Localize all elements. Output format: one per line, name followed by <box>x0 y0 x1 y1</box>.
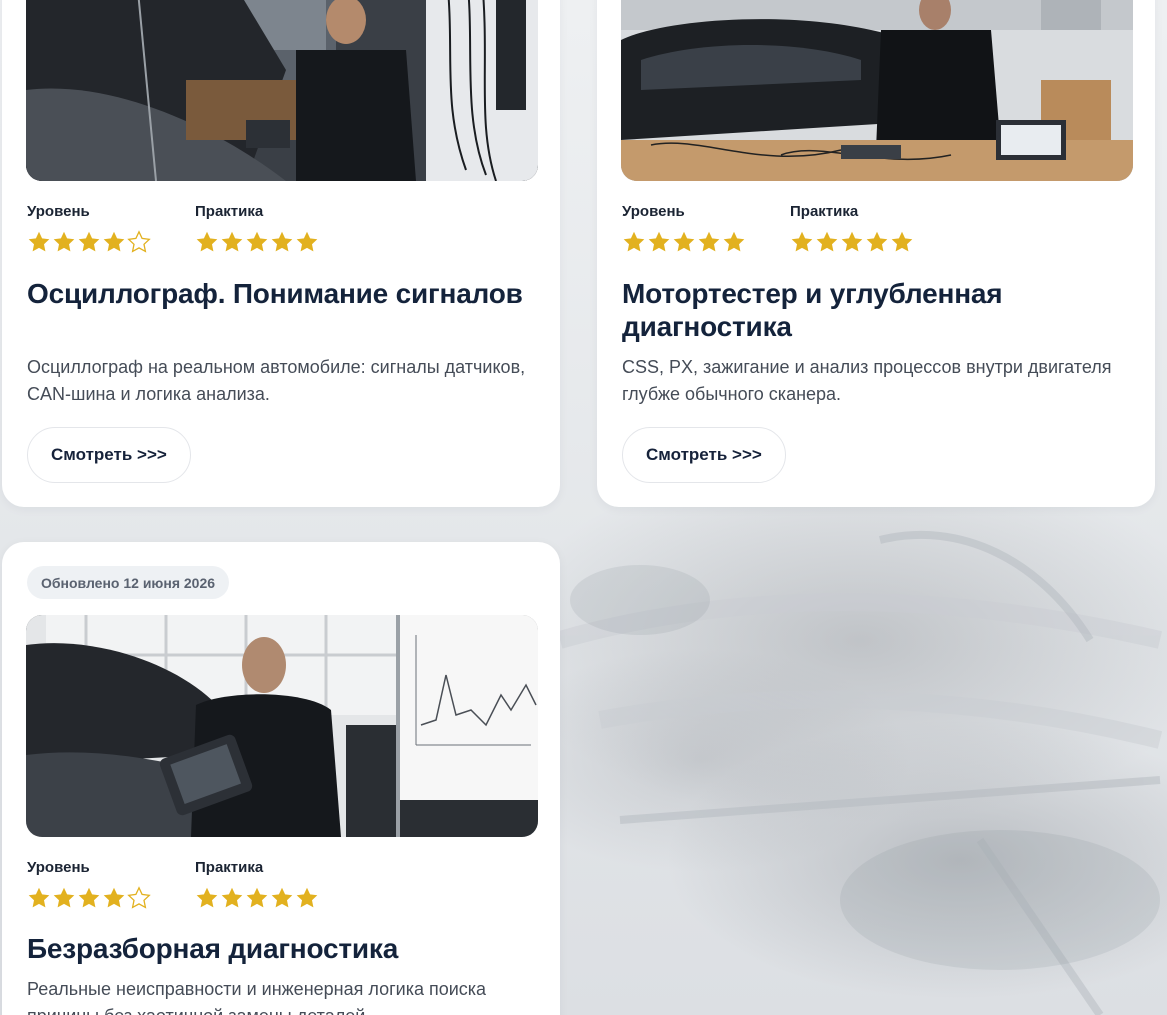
star-filled-icon <box>270 886 294 910</box>
star-filled-icon <box>790 230 814 254</box>
star-filled-icon <box>220 230 244 254</box>
star-filled-icon <box>195 230 219 254</box>
star-filled-icon <box>220 886 244 910</box>
course-card: Уровень Практика Осциллограф. Понимание … <box>2 0 560 507</box>
course-description: Осциллограф на реальном автомобиле: сигн… <box>27 357 526 404</box>
star-filled-icon <box>77 230 101 254</box>
course-title[interactable]: Безразборная диагностика <box>27 932 527 965</box>
course-description: CSS, PX, зажигание и анализ процессов вн… <box>622 357 1112 404</box>
course-title[interactable]: Мотортестер и углубленная диагностика <box>622 277 1122 343</box>
updated-badge: Обновлено 12 июня 2026 <box>27 566 230 599</box>
course-title[interactable]: Осциллограф. Понимание сигналов <box>27 277 527 310</box>
star-filled-icon <box>245 886 269 910</box>
view-course-button[interactable]: Смотреть >>> <box>27 427 191 483</box>
star-filled-icon <box>77 886 101 910</box>
star-filled-icon <box>672 230 696 254</box>
star-filled-icon <box>27 230 51 254</box>
star-filled-icon <box>102 230 126 254</box>
star-filled-icon <box>697 230 721 254</box>
practice-stars <box>195 230 319 254</box>
star-filled-icon <box>52 230 76 254</box>
star-filled-icon <box>52 886 76 910</box>
course-card: Уровень Практика Мотортестер и углубленн… <box>597 0 1155 507</box>
practice-label: Практика <box>790 203 859 220</box>
level-label: Уровень <box>27 203 90 220</box>
star-empty-icon <box>127 886 151 910</box>
star-filled-icon <box>245 230 269 254</box>
level-stars <box>622 230 746 254</box>
practice-stars <box>195 886 319 910</box>
star-filled-icon <box>102 886 126 910</box>
star-filled-icon <box>270 230 294 254</box>
star-filled-icon <box>295 230 319 254</box>
course-photo <box>26 615 538 837</box>
star-filled-icon <box>890 230 914 254</box>
star-filled-icon <box>840 230 864 254</box>
practice-stars <box>790 230 914 254</box>
star-filled-icon <box>27 886 51 910</box>
level-stars <box>27 886 151 910</box>
course-photo <box>26 0 538 181</box>
star-filled-icon <box>195 886 219 910</box>
practice-label: Практика <box>195 203 264 220</box>
star-filled-icon <box>295 886 319 910</box>
view-course-button[interactable]: Смотреть >>> <box>622 427 786 483</box>
star-filled-icon <box>647 230 671 254</box>
level-stars <box>27 230 151 254</box>
star-filled-icon <box>622 230 646 254</box>
course-description: Реальные неисправности и инженерная логи… <box>27 979 487 1015</box>
level-label: Уровень <box>622 203 685 220</box>
course-card: Обновлено 12 июня 2026 Уровень Практика … <box>2 542 560 1015</box>
star-filled-icon <box>865 230 889 254</box>
course-photo <box>621 0 1133 181</box>
star-filled-icon <box>815 230 839 254</box>
practice-label: Практика <box>195 859 264 876</box>
star-empty-icon <box>127 230 151 254</box>
level-label: Уровень <box>27 859 90 876</box>
star-filled-icon <box>722 230 746 254</box>
